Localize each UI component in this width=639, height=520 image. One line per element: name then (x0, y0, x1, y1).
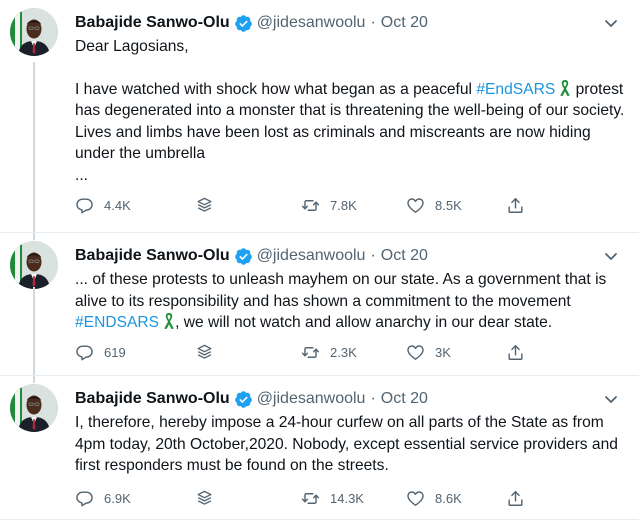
author-handle[interactable]: @jidesanwoolu (257, 247, 366, 265)
author-name[interactable]: Babajide Sanwo-Olu (75, 390, 230, 408)
author-name[interactable]: Babajide Sanwo-Olu (75, 14, 230, 32)
thread-connector-line (33, 287, 35, 383)
like-count: 8.6K (435, 491, 462, 506)
retweet-icon (301, 196, 320, 215)
avatar[interactable] (10, 384, 58, 432)
reply-button[interactable]: 6.9K (75, 489, 195, 508)
green-ribbon-icon (163, 312, 175, 330)
save-button[interactable] (195, 489, 301, 508)
retweet-button[interactable]: 14.3K (301, 489, 406, 508)
tweet-content: Babajide Sanwo-Olu @jidesanwoolu · Oct 2… (75, 12, 625, 186)
save-layers-icon (195, 489, 214, 508)
reply-count: 4.4K (104, 198, 131, 213)
tweet-paragraph: I, therefore, hereby impose a 24-hour cu… (75, 414, 618, 474)
like-heart-icon (406, 489, 425, 508)
tweet-2[interactable]: Babajide Sanwo-Olu @jidesanwoolu · Oct 2… (0, 232, 639, 383)
retweet-count: 7.8K (330, 198, 357, 213)
like-button[interactable]: 8.5K (406, 196, 506, 215)
share-icon (506, 196, 525, 215)
tweet-text-segment: , we will not watch and allow anarchy in… (175, 314, 553, 331)
tweet-date[interactable]: Oct 20 (381, 14, 428, 32)
retweet-icon (301, 343, 320, 362)
tweet-content: Babajide Sanwo-Olu @jidesanwoolu · Oct 2… (75, 245, 625, 334)
avatar-column (10, 241, 66, 289)
tweet-header: Babajide Sanwo-Olu @jidesanwoolu · Oct 2… (75, 245, 625, 267)
author-name[interactable]: Babajide Sanwo-Olu (75, 247, 230, 265)
reply-button[interactable]: 619 (75, 343, 195, 362)
header-separator: · (370, 390, 376, 407)
reply-icon (75, 489, 94, 508)
share-icon (506, 343, 525, 362)
retweet-count: 2.3K (330, 345, 357, 360)
share-button[interactable] (506, 489, 525, 508)
green-ribbon-icon (559, 79, 571, 97)
share-icon (506, 489, 525, 508)
header-separator: · (370, 14, 376, 31)
verified-badge-icon (234, 14, 253, 33)
more-chevron-icon[interactable] (601, 247, 621, 265)
tweet-text-segment: I have watched with shock how what began… (75, 80, 477, 98)
tweet-content: Babajide Sanwo-Olu @jidesanwoolu · Oct 2… (75, 388, 625, 477)
tweet-text: I, therefore, hereby impose a 24-hour cu… (75, 412, 625, 477)
tweet-paragraph: I have watched with shock how what began… (75, 79, 625, 165)
avatar-image (10, 384, 58, 432)
reply-icon (75, 196, 94, 215)
tweet-actions: 619 2.3K 3K (75, 343, 569, 362)
author-handle[interactable]: @jidesanwoolu (257, 390, 366, 408)
tweet-date[interactable]: Oct 20 (381, 247, 428, 265)
reply-icon (75, 343, 94, 362)
tweet-1[interactable]: Babajide Sanwo-Olu @jidesanwoolu · Oct 2… (0, 0, 639, 240)
header-separator: · (370, 247, 376, 264)
reply-count: 6.9K (104, 491, 131, 506)
author-handle[interactable]: @jidesanwoolu (257, 14, 366, 32)
hashtag-link[interactable]: #EndSARS (476, 81, 555, 98)
tweet-paragraph: ... of these protests to unleash mayhem … (75, 269, 625, 334)
tweet-greeting: Dear Lagosians, (75, 38, 189, 55)
tweet-thread: Babajide Sanwo-Olu @jidesanwoolu · Oct 2… (0, 0, 639, 520)
tweet-3[interactable]: Babajide Sanwo-Olu @jidesanwoolu · Oct 2… (0, 375, 639, 520)
save-button[interactable] (195, 343, 301, 362)
thread-connector-line (33, 62, 35, 240)
like-count: 3K (435, 345, 451, 360)
tweet-ellipsis: ... (75, 166, 88, 184)
avatar-column (10, 384, 66, 432)
reply-button[interactable]: 4.4K (75, 196, 195, 215)
like-button[interactable]: 3K (406, 343, 506, 362)
tweet-header: Babajide Sanwo-Olu @jidesanwoolu · Oct 2… (75, 12, 625, 34)
save-button[interactable] (195, 196, 301, 215)
avatar[interactable] (10, 241, 58, 289)
verified-badge-icon (234, 390, 253, 409)
tweet-date[interactable]: Oct 20 (381, 390, 428, 408)
like-heart-icon (406, 196, 425, 215)
tweet-header: Babajide Sanwo-Olu @jidesanwoolu · Oct 2… (75, 388, 625, 410)
avatar-image (10, 8, 58, 56)
tweet-actions: 6.9K 14.3K 8.6K (75, 489, 569, 508)
avatar-image (10, 241, 58, 289)
save-layers-icon (195, 196, 214, 215)
like-count: 8.5K (435, 198, 462, 213)
avatar[interactable] (10, 8, 58, 56)
retweet-count: 14.3K (330, 491, 364, 506)
reply-count: 619 (104, 345, 126, 360)
more-chevron-icon[interactable] (601, 390, 621, 408)
retweet-button[interactable]: 7.8K (301, 196, 406, 215)
hashtag-link[interactable]: #ENDSARS (75, 314, 159, 331)
tweet-text: Dear Lagosians, I have watched with shoc… (75, 36, 625, 186)
tweet-actions: 4.4K 7.8K 8.5K (75, 196, 569, 215)
verified-badge-icon (234, 247, 253, 266)
share-button[interactable] (506, 196, 525, 215)
more-chevron-icon[interactable] (601, 14, 621, 32)
like-button[interactable]: 8.6K (406, 489, 506, 508)
share-button[interactable] (506, 343, 525, 362)
retweet-button[interactable]: 2.3K (301, 343, 406, 362)
like-heart-icon (406, 343, 425, 362)
tweet-text-segment: ... of these protests to unleash mayhem … (75, 271, 607, 310)
save-layers-icon (195, 343, 214, 362)
retweet-icon (301, 489, 320, 508)
tweet-text: ... of these protests to unleash mayhem … (75, 269, 625, 334)
avatar-column (10, 8, 66, 56)
